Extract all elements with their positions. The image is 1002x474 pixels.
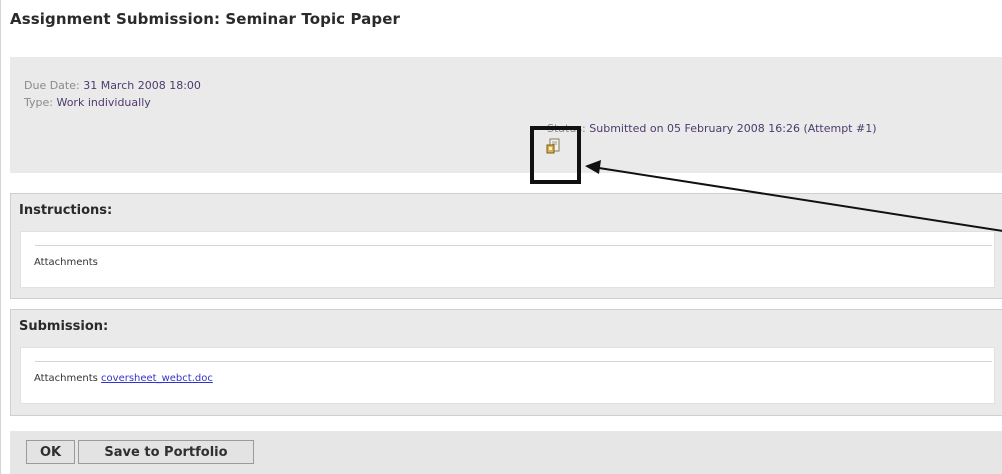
page-frame: Assignment Submission: Seminar Topic Pap… [0, 0, 1002, 474]
annotation-arrow [585, 160, 1002, 232]
